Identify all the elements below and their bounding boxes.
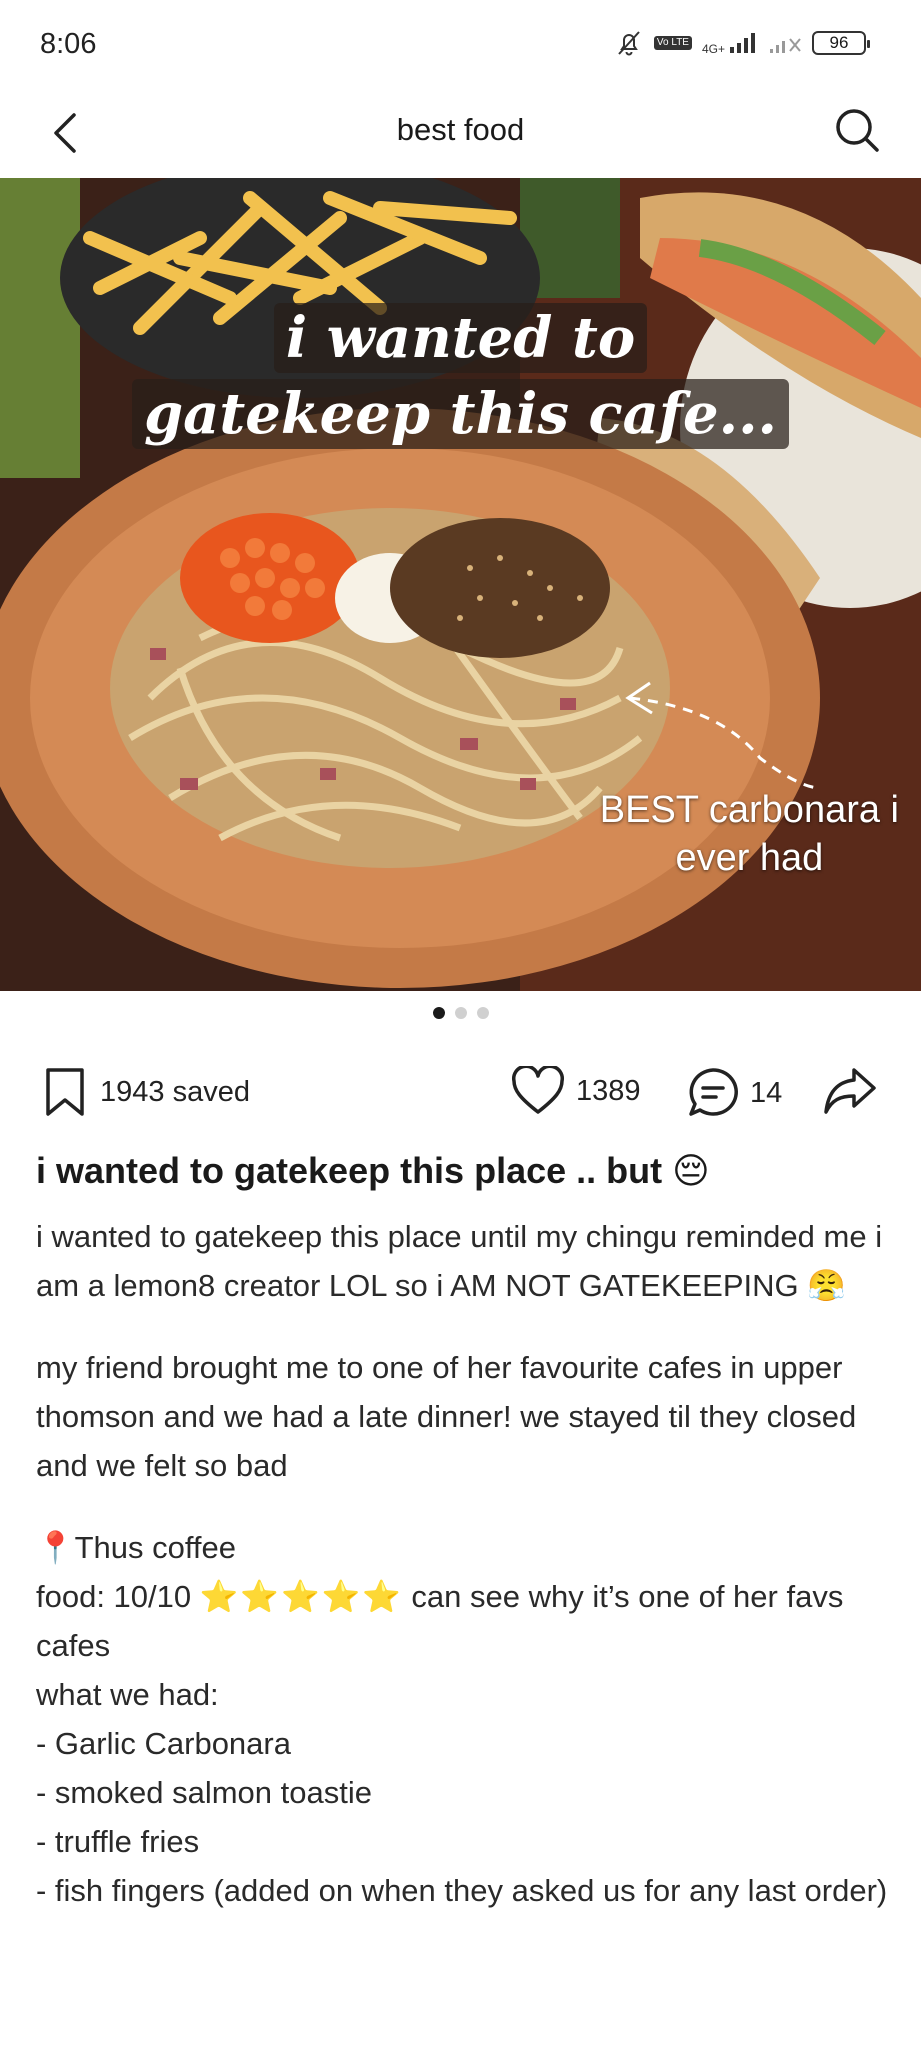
- heart-icon: [512, 1066, 564, 1114]
- caption-line-1: BEST carbonara i: [599, 789, 899, 831]
- volte-icon: Vo LTE: [653, 36, 692, 50]
- rating-stars-icon: ⭐⭐⭐⭐⭐: [199, 1579, 403, 1614]
- post-paragraph-2: my friend brought me to one of her favou…: [36, 1350, 857, 1483]
- overlay-line-2: gatekeep this cafe...: [131, 379, 790, 449]
- search-icon: [836, 109, 879, 152]
- comment-count: 14: [750, 1076, 783, 1109]
- post-photo[interactable]: i wanted to gatekeep this cafe... BEST c…: [0, 178, 921, 991]
- photo-caption: BEST carbonara i ever had: [600, 786, 899, 882]
- carousel-dot[interactable]: [476, 1007, 489, 1019]
- status-icons: Vo LTE 4G+ 96: [614, 28, 870, 58]
- battery-icon: 96: [812, 31, 870, 55]
- search-button[interactable]: [829, 102, 885, 158]
- food-rating-line: food: 10/10 ⭐⭐⭐⭐⭐ can see why it’s one o…: [36, 1572, 896, 1670]
- signal-icon: [730, 33, 755, 53]
- like-count: 1389: [576, 1074, 641, 1107]
- share-icon: [824, 1068, 876, 1114]
- menu-item: - fish fingers (added on when they asked…: [36, 1873, 888, 1908]
- place-line: 📍Thus coffee: [36, 1523, 896, 1572]
- photo-overlay-title: i wanted to gatekeep this cafe...: [0, 303, 921, 455]
- comment-icon: [689, 1068, 738, 1116]
- signal-group: 4G+: [702, 31, 758, 55]
- carousel-dot[interactable]: [454, 1007, 467, 1019]
- food-rating-prefix: food: 10/10: [36, 1579, 192, 1614]
- location-pin-icon: 📍: [36, 1530, 75, 1565]
- action-bar: 1943 saved 1389 14: [0, 1060, 921, 1126]
- comment-button[interactable]: 14: [686, 1066, 782, 1120]
- save-button[interactable]: 1943 saved: [44, 1066, 250, 1118]
- menu-item: - truffle fries: [36, 1824, 200, 1859]
- overlay-line-1: i wanted to: [273, 303, 648, 373]
- post-paragraph-1: i wanted to gatekeep this place until my…: [36, 1219, 883, 1303]
- saved-count: 1943 saved: [100, 1075, 250, 1108]
- header: best food: [0, 92, 921, 178]
- carousel-indicator: [0, 1007, 921, 1019]
- carousel-dot-active[interactable]: [432, 1007, 445, 1019]
- bookmark-icon: [46, 1068, 84, 1116]
- network-type: 4G+: [701, 42, 725, 56]
- menu-item: - smoked salmon toastie: [36, 1775, 372, 1810]
- status-time: 8:06: [40, 28, 97, 60]
- like-button[interactable]: 1389: [510, 1066, 641, 1116]
- menu-item: - Garlic Carbonara: [36, 1726, 291, 1761]
- place-name[interactable]: Thus coffee: [75, 1530, 236, 1565]
- post-title: i wanted to gatekeep this place .. but 😔: [36, 1150, 710, 1191]
- post-body: i wanted to gatekeep this place until my…: [36, 1212, 896, 1915]
- signal-off-icon: [770, 38, 801, 53]
- page-title: best food: [396, 112, 525, 147]
- mute-bell-icon: [618, 31, 640, 56]
- caption-line-2: ever had: [675, 837, 824, 879]
- share-button[interactable]: [822, 1064, 878, 1123]
- status-bar: 8:06 Vo LTE 4G+ 96: [0, 0, 921, 92]
- what-we-had-label: what we had:: [36, 1677, 219, 1712]
- post-details: 📍Thus coffee food: 10/10 ⭐⭐⭐⭐⭐ can see w…: [36, 1523, 896, 1915]
